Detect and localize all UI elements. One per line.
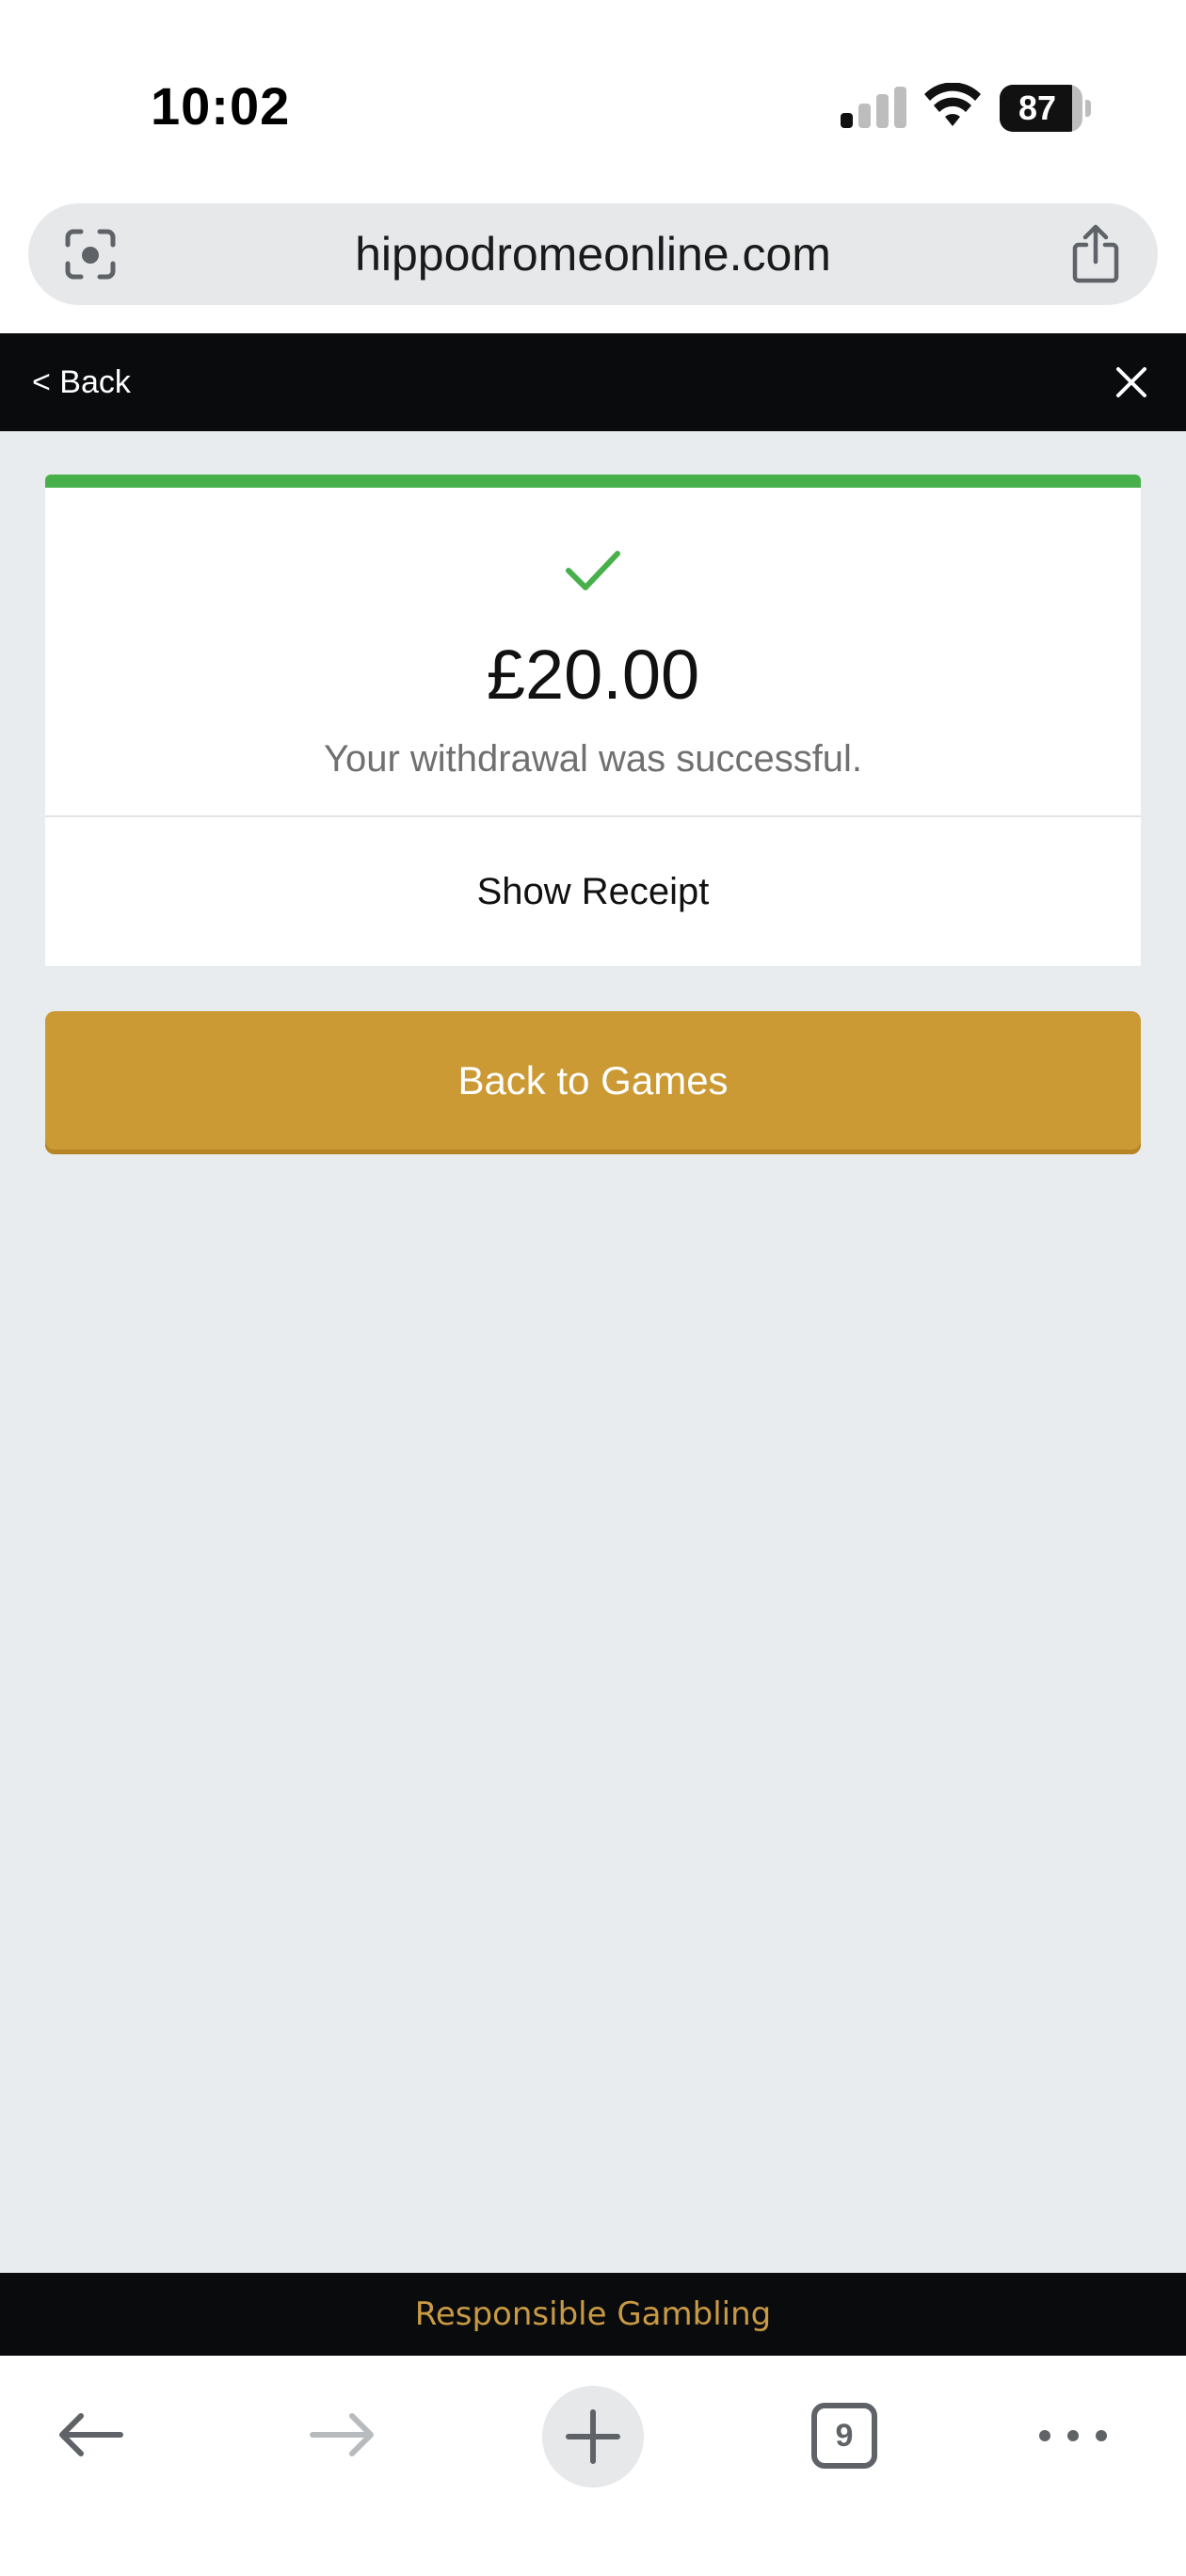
tab-switcher-button[interactable]: 9 — [811, 2403, 877, 2469]
wifi-icon — [924, 83, 981, 126]
battery-indicator: 87 — [1000, 85, 1091, 132]
battery-level-text: 87 — [1018, 89, 1057, 127]
withdrawal-amount: £20.00 — [486, 636, 700, 714]
back-link[interactable]: < Back — [32, 333, 131, 431]
withdrawal-message: Your withdrawal was successful. — [323, 738, 863, 780]
browser-toolbar: 9 — [0, 2356, 1186, 2576]
close-icon[interactable] — [1111, 362, 1152, 403]
show-receipt-button[interactable]: Show Receipt — [45, 817, 1141, 966]
status-bar: 10:02 87 — [0, 0, 1186, 198]
new-tab-button[interactable] — [542, 2386, 644, 2487]
cellular-signal-icon — [841, 87, 906, 128]
responsible-gambling-link[interactable]: Responsible Gambling — [0, 2273, 1186, 2356]
success-status-bar — [45, 475, 1141, 488]
status-time: 10:02 — [151, 76, 291, 136]
more-dots-icon[interactable] — [1035, 2422, 1111, 2450]
back-to-games-button[interactable]: Back to Games — [45, 1011, 1141, 1154]
url-bar[interactable]: hippodromeonline.com — [28, 203, 1158, 305]
plus-icon — [566, 2409, 620, 2464]
arrow-right-icon[interactable] — [305, 2407, 380, 2463]
url-text[interactable]: hippodromeonline.com — [28, 203, 1158, 305]
arrow-left-icon[interactable] — [53, 2407, 128, 2463]
check-icon — [566, 551, 620, 590]
withdrawal-result-card: £20.00 Your withdrawal was successful. S… — [45, 475, 1141, 966]
share-icon[interactable] — [1067, 224, 1124, 284]
site-header: < Back — [0, 333, 1186, 431]
main-content: £20.00 Your withdrawal was successful. S… — [0, 431, 1186, 2273]
